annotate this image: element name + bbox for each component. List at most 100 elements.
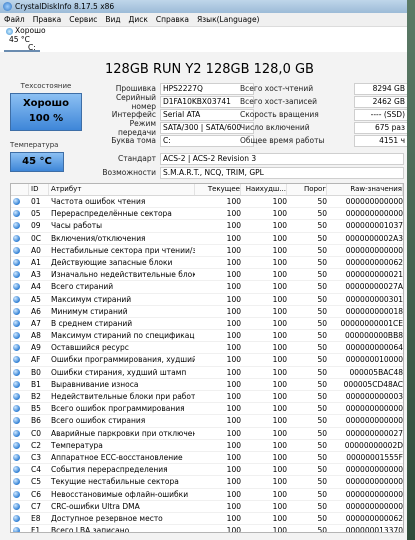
table-row[interactable]: 0C Включения/отключения 100 100 50 0000000002… <box>11 232 403 245</box>
attr-current: 100 <box>226 197 241 206</box>
header-id[interactable]: ID <box>29 184 49 195</box>
info-row: Буква тома C: <box>100 134 254 147</box>
health-status-box[interactable]: Хорошо 100 % <box>10 93 82 131</box>
table-row[interactable]: A7 В среднем стираний 100 100 50 00000000001C… <box>11 318 403 331</box>
attr-threshold: 50 <box>317 428 327 438</box>
header-raw[interactable]: Raw-значения <box>327 184 403 195</box>
attr-current: 100 <box>226 416 241 426</box>
attr-threshold: 50 <box>317 355 327 365</box>
menu-view[interactable]: Вид <box>105 15 120 24</box>
table-row[interactable]: C4 События перераспределения 100 100 50 00000… <box>11 464 403 477</box>
title-bar[interactable]: CrystalDiskInfo 8.17.5 x86 <box>0 0 407 13</box>
attr-name: Ошибки программирования, худший штаб... <box>51 355 195 365</box>
attr-current: 100 <box>226 270 241 280</box>
health-percent: 100 % <box>28 113 64 124</box>
attr-id: A3 <box>31 270 41 280</box>
info-key: Всего хост-записей <box>240 97 317 106</box>
attr-worst: 100 <box>272 331 287 341</box>
attr-name: Недействительные блоки при работе <box>51 392 195 401</box>
attr-raw: 000000000064 <box>345 343 403 353</box>
attr-threshold: 50 <box>317 270 327 280</box>
smart-table[interactable]: ID Атрибут Текущее Наихудш... Порог Raw-… <box>10 183 404 533</box>
drive-title: 128GB RUN Y2 128GB 128,0 GB <box>105 62 314 77</box>
table-row[interactable]: A5 Максимум стираний 100 100 50 000000000301 <box>11 294 403 306</box>
drive-tab[interactable]: Хорошо 45 °C C: <box>0 26 407 52</box>
rotation-speed-value: ---- (SSD) <box>354 108 407 121</box>
menu-edit[interactable]: Правка <box>33 15 62 24</box>
table-row[interactable]: AF Ошибки программирования, худший штаб..… <box>11 354 403 367</box>
attr-name: Нестабильные сектора при чтении/за... <box>51 245 195 255</box>
menu-bar: Файл Правка Сервис Вид Диск Справка Язык… <box>0 13 407 27</box>
table-row[interactable]: A0 Нестабильные сектора при чтении/за... 1… <box>11 245 403 257</box>
attr-current: 100 <box>226 306 241 316</box>
smart-table-header: ID Атрибут Текущее Наихудш... Порог Raw-… <box>11 184 403 196</box>
status-dot-icon <box>11 281 29 292</box>
table-row[interactable]: B0 Ошибки стирания, худший штамп 100 100 50 0… <box>11 367 403 379</box>
attr-id: C4 <box>31 465 42 475</box>
attr-current: 100 <box>226 294 241 304</box>
table-row[interactable]: E8 Доступное резервное место 100 100 50 00000… <box>11 513 403 526</box>
table-row[interactable]: A3 Изначально недействительные блоки 100 10… <box>11 269 403 282</box>
attr-id: A9 <box>31 343 41 353</box>
menu-disk[interactable]: Диск <box>129 15 148 24</box>
attr-current: 100 <box>226 465 241 475</box>
table-row[interactable]: A8 Максимум стираний по спецификации 100 10… <box>11 330 403 343</box>
header-current[interactable]: Текущее <box>195 184 241 195</box>
attr-worst: 100 <box>272 428 287 438</box>
table-row[interactable]: 01 Частота ошибок чтения 100 100 50 000000000… <box>11 196 403 209</box>
attr-worst: 100 <box>272 465 287 475</box>
host-reads-value: 8294 GB <box>354 82 407 95</box>
table-row[interactable]: F1 Всего LBA записано 100 100 50 000000013370 <box>11 525 403 532</box>
attr-name: Выравнивание износа <box>51 379 139 389</box>
table-row[interactable]: 05 Перераспределённые сектора 100 100 50 0000… <box>11 208 403 221</box>
table-row[interactable]: A4 Всего стираний 100 100 50 00000000027A <box>11 281 403 294</box>
table-row[interactable]: C0 Аварийные паркровки при отключении п..… <box>11 427 403 440</box>
table-row[interactable]: B2 Недействительные блоки при работе 100 10… <box>11 391 403 404</box>
menu-help[interactable]: Справка <box>156 15 189 24</box>
temperature-box[interactable]: 45 °C <box>10 152 64 172</box>
attr-name: Ошибки стирания, худший штамп <box>51 367 187 377</box>
table-row[interactable]: A6 Минимум стираний 100 100 50 000000000018 <box>11 305 403 318</box>
table-row[interactable]: B6 Всего ошибок стирания 100 100 50 000000000… <box>11 415 403 428</box>
info-row: Общее время работы 4151 ч <box>240 134 407 147</box>
attr-raw: 000000000027 <box>345 428 403 438</box>
table-row[interactable]: A1 Действующие запасные блоки 100 100 50 0000… <box>11 256 403 270</box>
attr-worst: 100 <box>272 257 287 267</box>
menu-language[interactable]: Язык(Language) <box>197 15 260 24</box>
menu-file[interactable]: Файл <box>4 15 25 24</box>
table-row[interactable]: C7 CRC-ошибки Ultra DMA 100 100 50 0000000000… <box>11 500 403 513</box>
attr-worst: 100 <box>272 209 287 219</box>
attr-worst: 100 <box>272 416 287 426</box>
header-attribute[interactable]: Атрибут <box>49 184 195 195</box>
attr-id: A7 <box>31 318 41 328</box>
table-row[interactable]: C6 Невосстановимые офлайн-ошибки 100 100 50 0… <box>11 489 403 501</box>
attr-threshold: 50 <box>317 379 327 389</box>
table-row[interactable]: B5 Всего ошибок программирования 100 100 50 0… <box>11 403 403 416</box>
table-row[interactable]: 09 Часы работы 100 100 50 000000001037 <box>11 220 403 233</box>
table-row[interactable]: C2 Температура 100 100 50 00000000002D <box>11 440 403 452</box>
attr-raw: 000000000000 <box>345 209 403 219</box>
status-dot-icon <box>11 196 29 207</box>
window-title: CrystalDiskInfo 8.17.5 x86 <box>15 2 115 11</box>
attr-name: Часы работы <box>51 221 103 231</box>
table-row[interactable]: A9 Оставшийся ресурс 100 100 50 000000000064 <box>11 342 403 355</box>
info-key: Скорость вращения <box>240 110 319 119</box>
attr-raw: 000000000301 <box>345 294 403 304</box>
temperature-value: 45 °C <box>22 156 52 167</box>
attr-current: 100 <box>226 343 241 353</box>
table-row[interactable]: C5 Текущие нестабильные сектора 100 100 50 00… <box>11 476 403 489</box>
attr-raw: 000000000021 <box>345 270 403 280</box>
header-worst[interactable]: Наихудш... <box>241 184 287 195</box>
attr-name: В среднем стираний <box>51 318 133 328</box>
status-dot-icon <box>11 452 29 463</box>
table-row[interactable]: B1 Выравнивание износа 100 100 50 000005CD48A… <box>11 378 403 391</box>
table-row[interactable]: C3 Аппаратное ECC-восстановление 100 100 50 0… <box>11 451 403 465</box>
info-row: Всего хост-записей 2462 GB <box>240 95 407 108</box>
attr-worst: 100 <box>272 282 287 292</box>
header-threshold[interactable]: Порог <box>287 184 327 195</box>
app-icon <box>3 2 12 11</box>
header-icon-col <box>11 184 29 195</box>
menu-service[interactable]: Сервис <box>69 15 97 24</box>
standard-value: ACS-2 | ACS-2 Revision 3 <box>160 152 404 165</box>
attr-threshold: 50 <box>317 489 327 499</box>
